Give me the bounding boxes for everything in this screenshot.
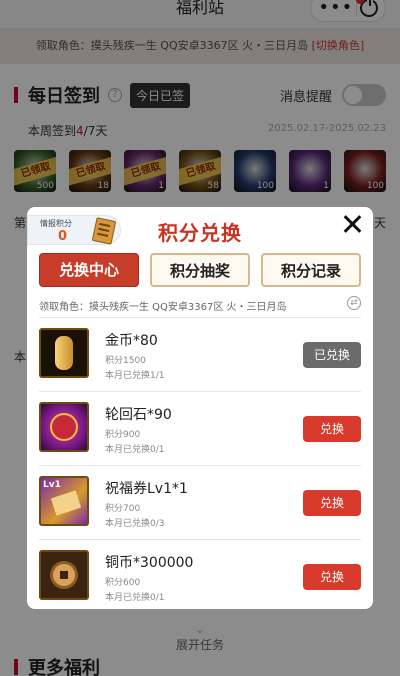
item-name: 铜币*300000 <box>105 555 194 571</box>
item-cost: 积分1500 <box>105 356 146 366</box>
item-cost: 积分600 <box>105 578 141 588</box>
blessing-ticket-icon: Lv1 <box>39 476 89 526</box>
exchange-button[interactable]: 兑换 <box>303 490 361 516</box>
item-name: 轮回石*90 <box>105 407 172 423</box>
tab-points-lottery[interactable]: 积分抽奖 <box>150 253 250 287</box>
exchange-button[interactable]: 兑换 <box>303 416 361 442</box>
item-cost: 积分700 <box>105 504 141 514</box>
points-exchange-modal: 情报积分 0 积分兑换 兑换中心 积分抽奖 积分记录 领取角色：摸头残疾一生 QQ安… <box>27 207 373 609</box>
item-monthly-limit: 本月已兑换0/1 <box>105 593 165 603</box>
exchange-item-list: 金币*80 积分1500 本月已兑换1/1 已兑换轮回石*90 积分900 本月已兑换0/… <box>39 318 361 609</box>
copper-coin-icon <box>39 550 89 600</box>
item-name: 金币*80 <box>105 333 158 349</box>
exchange-item: 轮回石*90 积分900 本月已兑换0/1 兑换 <box>39 392 361 466</box>
item-monthly-limit: 本月已兑换0/1 <box>105 445 165 455</box>
exchange-button[interactable]: 兑换 <box>303 564 361 590</box>
reincarnation-stone-icon <box>39 402 89 452</box>
switch-role-icon[interactable]: ⇄ <box>347 296 361 310</box>
exchange-item: 金币*80 积分1500 本月已兑换1/1 已兑换 <box>39 318 361 392</box>
modal-title: 积分兑换 <box>158 221 242 245</box>
item-monthly-limit: 本月已兑换0/3 <box>105 519 165 529</box>
exchanged-button: 已兑换 <box>303 342 361 368</box>
gold-coin-icon <box>39 328 89 378</box>
item-name: 祝福券Lv1*1 <box>105 481 188 497</box>
exchange-item: 铜币*300000 积分600 本月已兑换0/1 兑换 <box>39 540 361 609</box>
tab-exchange-center[interactable]: 兑换中心 <box>39 253 139 287</box>
exchange-tabs: 兑换中心 积分抽奖 积分记录 <box>39 253 361 287</box>
tab-points-record[interactable]: 积分记录 <box>261 253 361 287</box>
modal-role-info: 领取角色：摸头残疾一生 QQ安卓3367区 火・三日月岛 ⇄ <box>39 296 361 313</box>
close-icon[interactable] <box>341 213 363 235</box>
item-monthly-limit: 本月已兑换1/1 <box>105 371 165 381</box>
item-cost: 积分900 <box>105 430 141 440</box>
modal-role-text: 领取角色：摸头残疾一生 QQ安卓3367区 火・三日月岛 <box>39 302 287 313</box>
exchange-item: Lv1 祝福券Lv1*1 积分700 本月已兑换0/3 兑换 <box>39 466 361 540</box>
